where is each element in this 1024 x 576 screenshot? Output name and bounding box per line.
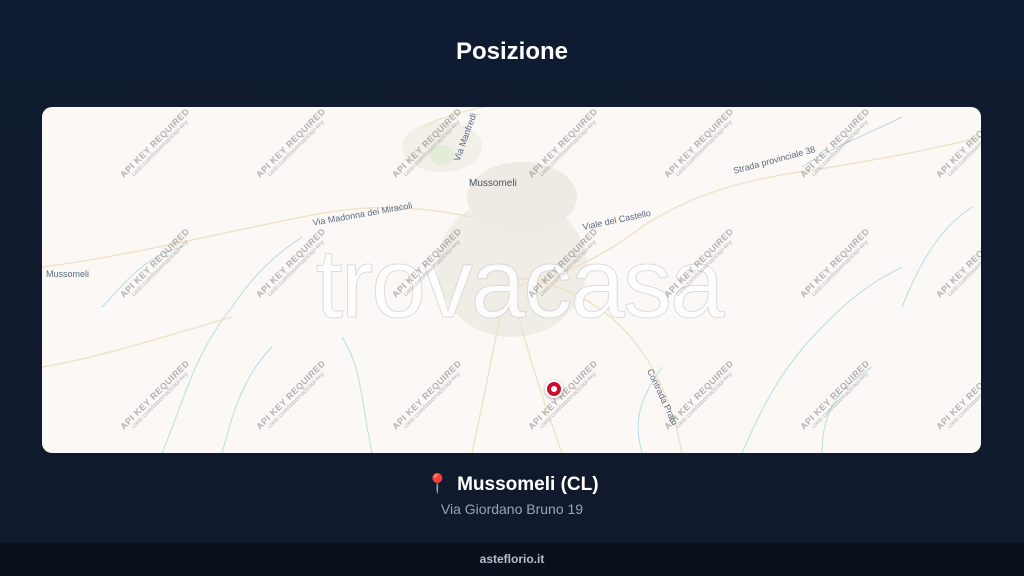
location-marker[interactable] bbox=[545, 380, 563, 398]
map-pin-icon: 📍 bbox=[425, 474, 450, 495]
footer-site[interactable]: asteflorio.it bbox=[480, 552, 545, 566]
brand-watermark: trovacasa bbox=[315, 228, 725, 339]
map-label-town: Mussomeli bbox=[469, 178, 517, 189]
page-title: Posizione bbox=[455, 38, 569, 65]
location-address: Via Giordano Bruno 19 bbox=[440, 501, 584, 517]
map-label-road: Mussomeli bbox=[46, 269, 90, 279]
location-name: Mussomeli (CL) bbox=[457, 474, 599, 495]
map-container[interactable]: trovacasa Mussomeli Via Madonna dei Mira… bbox=[42, 107, 981, 453]
location-title: 📍 Mussomeli (CL) bbox=[0, 472, 1024, 496]
footer: asteflorio.it bbox=[0, 543, 1024, 576]
page: Posizione trovacasa Mussomeli Via Madonn… bbox=[0, 0, 1024, 576]
